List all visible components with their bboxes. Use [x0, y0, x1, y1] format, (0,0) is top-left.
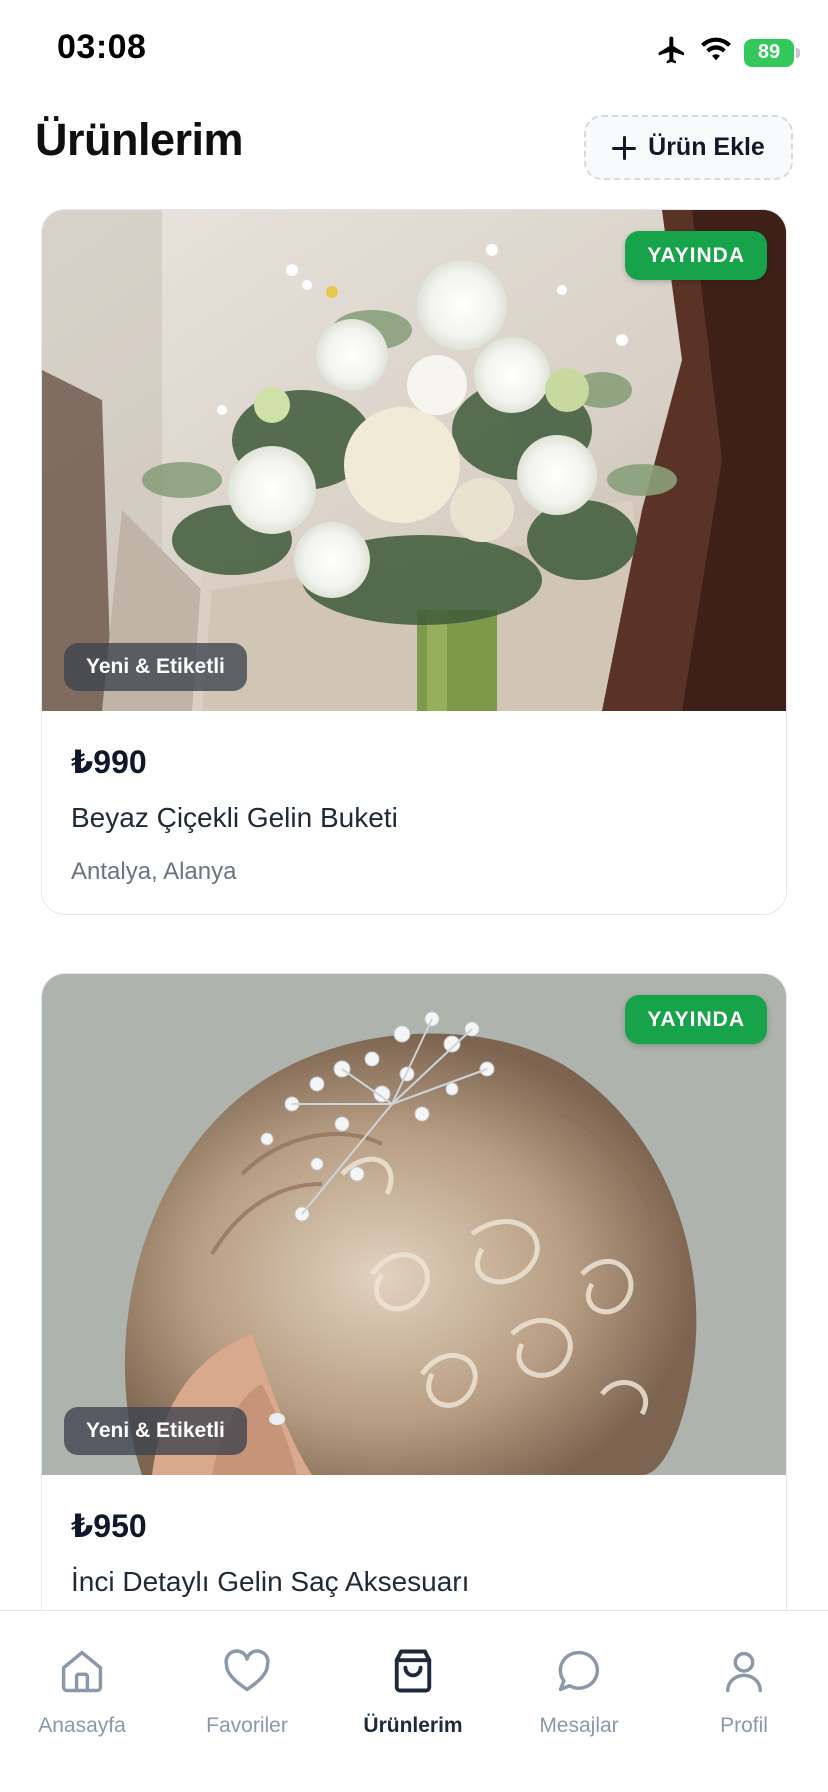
- product-location: Antalya, Alanya: [71, 858, 237, 885]
- condition-badge: Yeni & Etiketli: [64, 643, 247, 691]
- tab-label: Anasayfa: [38, 1714, 126, 1737]
- header: Ürünlerim Ürün Ekle: [0, 100, 828, 200]
- status-badge: YAYINDA: [625, 995, 767, 1044]
- tab-home[interactable]: Anasayfa: [7, 1645, 157, 1738]
- page-title: Ürünlerim: [35, 114, 244, 165]
- product-info: ₺990 Beyaz Çiçekli Gelin Buketi Antalya,…: [42, 711, 786, 886]
- bottom-tab-bar: Anasayfa Favoriler Ürünlerim Mesajlar Pr…: [0, 1610, 828, 1792]
- status-icons: 89: [656, 34, 800, 71]
- product-price: ₺990: [71, 744, 147, 780]
- battery-icon: 89: [744, 38, 800, 67]
- page: 03:08 89 Ürünlerim Ürün Ekle YAYINDA Yen…: [0, 0, 828, 1792]
- tab-favorites[interactable]: Favoriler: [172, 1645, 322, 1738]
- tab-my-products[interactable]: Ürünlerim: [338, 1645, 488, 1738]
- status-bar: 03:08 89: [0, 0, 828, 100]
- tab-label: Favoriler: [206, 1714, 288, 1737]
- product-title: Beyaz Çiçekli Gelin Buketi: [71, 802, 398, 833]
- status-time: 03:08: [57, 28, 147, 66]
- tab-profile[interactable]: Profil: [669, 1645, 819, 1738]
- product-card[interactable]: YAYINDA Yeni & Etiketli ₺990 Beyaz Çiçek…: [41, 209, 787, 915]
- home-icon: [56, 1645, 108, 1702]
- status-badge: YAYINDA: [625, 231, 767, 280]
- plus-icon: [612, 135, 637, 160]
- wifi-icon: [700, 37, 732, 68]
- tab-label: Mesajlar: [539, 1714, 619, 1737]
- chat-bubble-icon: [553, 1645, 605, 1702]
- product-image: YAYINDA Yeni & Etiketli: [42, 210, 786, 711]
- product-price: ₺950: [71, 1508, 147, 1544]
- tab-label: Profil: [720, 1714, 768, 1737]
- product-image: YAYINDA Yeni & Etiketli: [42, 974, 786, 1475]
- add-product-label: Ürün Ekle: [648, 133, 765, 161]
- condition-badge: Yeni & Etiketli: [64, 1407, 247, 1455]
- add-product-button[interactable]: Ürün Ekle: [584, 115, 793, 180]
- tab-label: Ürünlerim: [363, 1714, 463, 1737]
- heart-icon: [221, 1645, 273, 1702]
- shopping-bag-icon: [387, 1645, 439, 1702]
- tab-messages[interactable]: Mesajlar: [504, 1645, 654, 1738]
- product-info: ₺950 İnci Detaylı Gelin Saç Aksesuarı: [42, 1475, 786, 1598]
- airplane-icon: [656, 34, 688, 71]
- user-icon: [718, 1645, 770, 1702]
- product-title: İnci Detaylı Gelin Saç Aksesuarı: [71, 1566, 470, 1597]
